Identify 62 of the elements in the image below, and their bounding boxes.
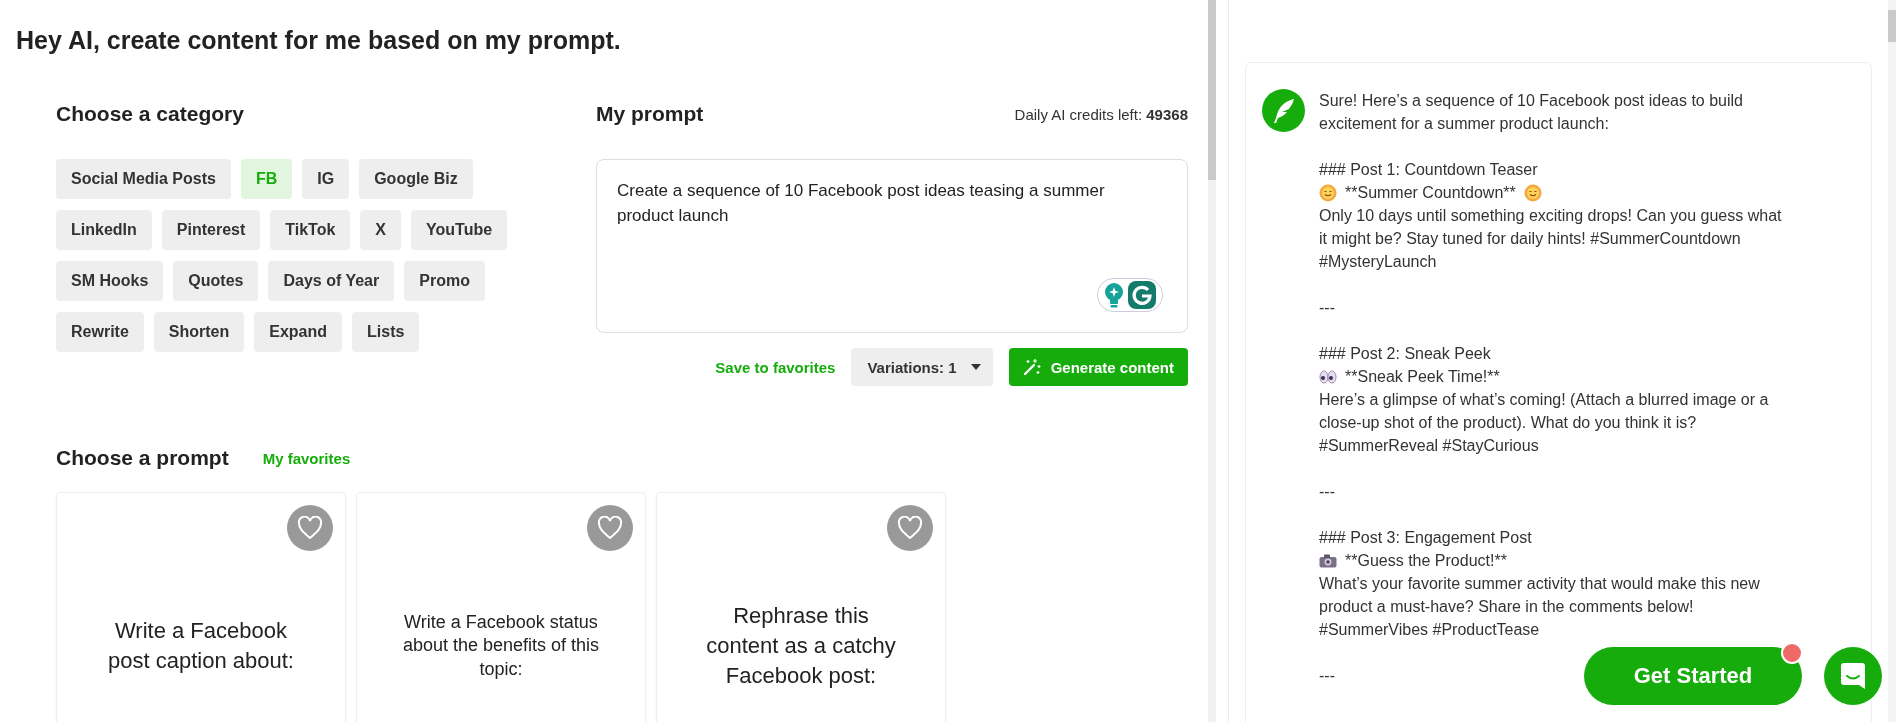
magic-wand-icon <box>1022 358 1041 376</box>
category-chip[interactable]: IG <box>302 159 350 199</box>
message-paragraph: Only 10 days until something exciting drops! Can you guess what it might be? Stay tuned for daily hints! #SummerCountdown #MysteryLaunch <box>1319 206 1783 272</box>
post-title: **Summer Countdown** <box>1345 183 1516 203</box>
category-chip[interactable]: TikTok <box>270 210 351 250</box>
category-chip[interactable]: Quotes <box>173 261 259 301</box>
category-chip[interactable]: Pinterest <box>161 210 261 250</box>
section-heading: Choose a prompt <box>56 446 229 470</box>
favorite-button[interactable] <box>287 505 333 551</box>
prompt-card[interactable]: Write a Facebook post caption about: <box>56 492 346 722</box>
separator-text: --- <box>1319 298 1335 318</box>
heart-icon <box>297 516 323 540</box>
feather-icon <box>1271 97 1296 124</box>
post-heading: ### Post 3: Engagement Post <box>1319 528 1533 548</box>
section-heading: My prompt <box>596 102 704 126</box>
separator-text: --- <box>1319 482 1335 502</box>
credits-text: Daily AI credits left: 49368 <box>1014 105 1188 123</box>
smiling-sun-icon <box>1319 183 1337 202</box>
separator-text: --- <box>1319 666 1335 686</box>
category-chip[interactable]: Expand <box>254 312 343 352</box>
category-chip[interactable]: YouTube <box>411 210 508 250</box>
post-heading: ### Post 2: Sneak Peek <box>1319 344 1492 364</box>
eyes-icon <box>1319 369 1337 384</box>
message-paragraph: Here’s a glimpse of what’s coming! (Attach a blurred image or a close-up shot of the product). What do you think it is? #SummerReveal #StayCurious <box>1319 390 1770 456</box>
category-chip[interactable]: Rewrite <box>56 312 144 352</box>
heart-icon <box>597 516 623 540</box>
assistant-logo-icon <box>1128 281 1156 309</box>
lightbulb-icon <box>1104 282 1124 308</box>
page-title: Hey AI, create content for me based on my prompt. <box>16 26 622 55</box>
category-chip[interactable]: LinkedIn <box>56 210 152 250</box>
prompt-text: Write a Facebook post caption about: <box>107 617 295 675</box>
caret-icon <box>970 364 981 370</box>
chat-button[interactable] <box>1824 647 1882 705</box>
scrollbar[interactable] <box>1208 0 1216 722</box>
prompt-text: Rephrase this content as a catchy Facebook post: <box>705 602 897 690</box>
category-chip[interactable]: Google Biz <box>359 159 473 199</box>
chat-icon <box>1840 662 1866 690</box>
category-chip[interactable]: Days of Year <box>268 261 395 301</box>
favorite-button[interactable] <box>587 505 633 551</box>
prompt-text: Write a Facebook status about the benefits of this topic: <box>401 610 601 681</box>
category-chip[interactable]: Social Media Posts <box>56 159 231 199</box>
category-chip[interactable]: Shorten <box>153 312 245 352</box>
category-chip[interactable]: Promo <box>404 261 485 301</box>
message-paragraph: What’s your favorite summer activity that would make this new product a must-have? Share in the comments below! #SummerVibes #ProductTease <box>1319 574 1761 640</box>
variations-dropdown[interactable]: Variations: 1 <box>851 348 993 386</box>
heart-icon <box>897 516 923 540</box>
category-chip[interactable]: SM Hooks <box>56 261 164 301</box>
message-paragraph: Sure! Here’s a sequence of 10 Facebook post ideas to build excitement for a summer product launch: <box>1319 91 1744 134</box>
prompt-card[interactable]: Write a Facebook status about the benefits of this topic: <box>356 492 646 722</box>
scrollbar[interactable] <box>1888 0 1896 722</box>
favorite-button[interactable] <box>887 505 933 551</box>
prompt-card[interactable]: Rephrase this content as a catchy Facebook post: <box>656 492 946 722</box>
smiling-sun-icon <box>1523 183 1542 202</box>
post-title: **Guess the Product!** <box>1345 551 1507 571</box>
category-chip[interactable]: X <box>360 210 401 250</box>
post-title: **Sneak Peek Time!** <box>1345 367 1500 387</box>
section-heading: Choose a category <box>56 102 244 126</box>
prompt-textarea[interactable]: Create a sequence of 10 Facebook post ideas teasing a summer product launch <box>596 159 1188 333</box>
camera-icon <box>1319 553 1337 568</box>
post-heading: ### Post 1: Countdown Teaser <box>1319 160 1539 180</box>
writing-assistant-widget[interactable] <box>1097 278 1163 312</box>
category-chip[interactable]: Lists <box>352 312 420 352</box>
